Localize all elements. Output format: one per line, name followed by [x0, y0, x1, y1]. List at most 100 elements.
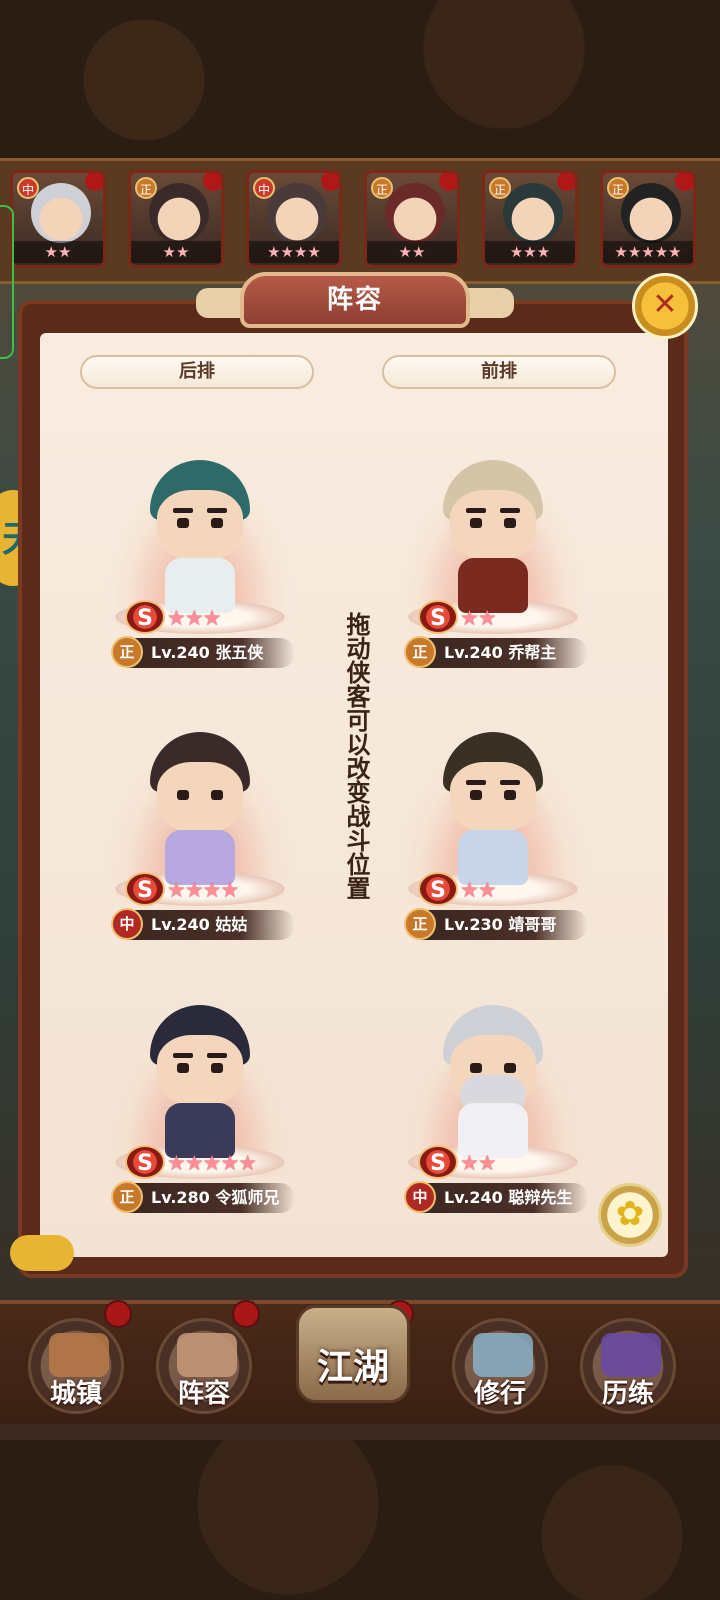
rank-badge: 正 — [111, 1181, 143, 1213]
sprite-body — [165, 558, 235, 613]
hero-stars: ★★★★★ — [167, 1151, 257, 1175]
rank-badge: 正 — [404, 636, 436, 668]
sprite-brow — [500, 508, 520, 513]
hero-sprite[interactable] — [438, 1005, 548, 1165]
rank-badge: 正 — [371, 177, 393, 199]
sprite-head — [157, 1035, 243, 1105]
notification-dot — [203, 173, 221, 191]
hero-card[interactable]: 中 ★★ — [10, 170, 106, 268]
nav-lineup-button[interactable]: 阵容 — [156, 1318, 252, 1414]
sprite-eye — [211, 1063, 223, 1073]
sprite-body — [165, 830, 235, 885]
sprite-head — [157, 490, 243, 560]
sprite-eye — [177, 1063, 189, 1073]
sprite-eye — [177, 518, 189, 528]
notification-dot — [232, 1300, 260, 1328]
nav-jianghu-button[interactable]: 江湖 — [296, 1305, 410, 1403]
grade-badge: S — [125, 1145, 165, 1179]
sprite-eye — [470, 518, 482, 528]
hero-portrait — [31, 183, 91, 243]
nav-cultivate-button[interactable]: 修行 — [452, 1318, 548, 1414]
grade-badge: S — [125, 600, 165, 634]
hero-card[interactable]: 中 ★★★★ — [246, 170, 342, 268]
formation-slot[interactable]: S ★★★★★ 正 Lv.280 令狐师兄 — [95, 985, 305, 1215]
hero-card[interactable]: 正 ★★★★★ — [600, 170, 696, 268]
town-icon — [49, 1333, 109, 1377]
hero-sprite[interactable] — [145, 1005, 255, 1165]
nav-town-button[interactable]: 城镇 — [28, 1318, 124, 1414]
hero-nameplate: 中 Lv.240 姑姑 — [111, 908, 295, 940]
formation-slot[interactable]: S ★★ 正 Lv.230 靖哥哥 — [388, 712, 598, 942]
rank-badge: 中 — [404, 1181, 436, 1213]
grade-badge: S — [125, 872, 165, 906]
auto-arrange-button[interactable]: ✿ — [598, 1183, 662, 1247]
rank-badge: 正 — [607, 177, 629, 199]
cultivate-icon — [473, 1333, 533, 1377]
hero-sprite[interactable] — [145, 732, 255, 892]
hero-nameplate: 中 Lv.240 聪辩先生 — [404, 1181, 588, 1213]
sprite-eye — [211, 518, 223, 528]
side-tab[interactable] — [0, 205, 14, 359]
notification-dot — [85, 173, 103, 191]
drag-instruction: 拖动侠客可以改变战斗位置 — [342, 612, 370, 900]
sprite-head — [450, 762, 536, 832]
sprite-eye — [504, 1063, 516, 1073]
sprite-brow — [207, 508, 227, 513]
nav-trial-button[interactable]: 历练 — [580, 1318, 676, 1414]
notification-dot — [675, 173, 693, 191]
notification-dot — [557, 173, 575, 191]
sprite-brow — [173, 508, 193, 513]
formation-slot[interactable]: S ★★★ 正 Lv.240 张五侠 — [95, 440, 305, 670]
hero-level-name: Lv.240 乔帮主 — [444, 643, 557, 662]
hero-nameplate: 正 Lv.280 令狐师兄 — [111, 1181, 295, 1213]
hero-card[interactable]: 正 ★★★ — [482, 170, 578, 268]
rank-badge: 正 — [404, 908, 436, 940]
sprite-brow — [500, 780, 520, 785]
formation-slot[interactable]: S ★★★★ 中 Lv.240 姑姑 — [95, 712, 305, 942]
nav-town-label: 城镇 — [49, 1379, 102, 1409]
sprite-head — [157, 762, 243, 832]
sprite-brow — [173, 1053, 193, 1058]
close-button[interactable]: ✕ — [632, 273, 698, 339]
trial-icon — [601, 1333, 661, 1377]
sprite-body — [458, 830, 528, 885]
sprite-eye — [504, 790, 516, 800]
sprite-brow — [466, 508, 486, 513]
hero-stars: ★★★ — [485, 241, 575, 263]
hero-level-name: Lv.240 张五侠 — [151, 643, 264, 662]
hero-sprite[interactable] — [438, 460, 548, 620]
hero-portrait — [149, 183, 209, 243]
formation-slot[interactable]: S ★★ 正 Lv.240 乔帮主 — [388, 440, 598, 670]
hero-stars: ★★★ — [167, 606, 221, 630]
rank-badge: 中 — [111, 908, 143, 940]
hero-level-name: Lv.240 姑姑 — [151, 915, 248, 934]
panel-title-text: 阵容 — [326, 285, 383, 315]
sprite-eye — [470, 790, 482, 800]
hero-stars: ★★ — [131, 241, 221, 263]
rank-badge: 中 — [253, 177, 275, 199]
hero-portrait — [621, 183, 681, 243]
hero-sprite[interactable] — [438, 732, 548, 892]
formation-slot[interactable]: S ★★ 中 Lv.240 聪辩先生 — [388, 985, 598, 1215]
sprite-head — [450, 490, 536, 560]
sprite-brow — [207, 1053, 227, 1058]
rank-badge: 正 — [489, 177, 511, 199]
sprite-brow — [466, 780, 486, 785]
sprite-eye — [504, 518, 516, 528]
hero-portrait — [385, 183, 445, 243]
hero-card[interactable]: 正 ★★ — [128, 170, 224, 268]
back-row-label: 后排 — [80, 355, 314, 389]
nav-trial-label: 历练 — [601, 1379, 654, 1409]
hero-sprite[interactable] — [145, 460, 255, 620]
grade-badge: S — [418, 872, 458, 906]
hero-nameplate: 正 Lv.230 靖哥哥 — [404, 908, 588, 940]
nav-jianghu-label: 江湖 — [316, 1347, 389, 1388]
hero-portrait — [267, 183, 327, 243]
hero-stars: ★★★★ — [167, 878, 239, 902]
hero-stars: ★★★★ — [249, 241, 339, 263]
hero-card[interactable]: 正 ★★ — [364, 170, 460, 268]
hero-portrait — [503, 183, 563, 243]
hero-nameplate: 正 Lv.240 乔帮主 — [404, 636, 588, 668]
close-icon: ✕ — [652, 287, 678, 322]
cloud-decoration — [10, 1235, 74, 1271]
